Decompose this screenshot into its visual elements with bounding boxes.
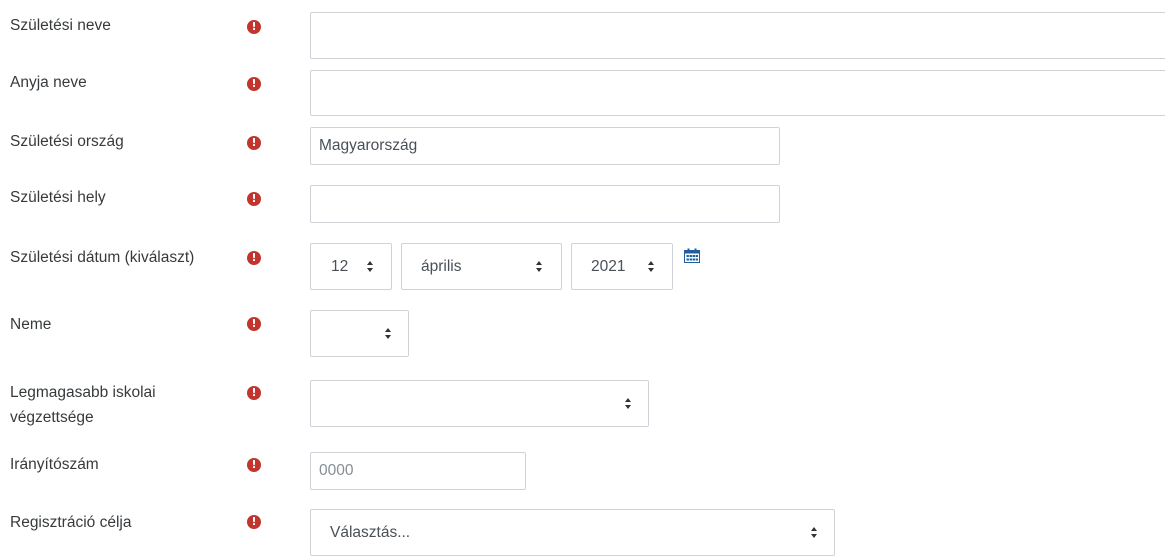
birth-day-value: 12 xyxy=(331,258,349,275)
postcode-required-icon: ! xyxy=(247,458,261,472)
purpose-select[interactable]: Választás... xyxy=(310,509,835,556)
purpose-label: Regisztráció célja xyxy=(10,514,132,531)
education-label-line2: végzettsége xyxy=(10,409,94,426)
purpose-required-icon: ! xyxy=(247,515,261,529)
education-required-icon: ! xyxy=(247,386,261,400)
birth-name-input[interactable] xyxy=(310,12,1165,59)
gender-required-icon: ! xyxy=(247,317,261,331)
mother-name-input[interactable] xyxy=(310,70,1165,116)
birth-country-input[interactable]: Magyarország xyxy=(310,127,780,165)
birth-date-required-icon: ! xyxy=(247,251,261,265)
postcode-input[interactable]: 0000 xyxy=(310,452,526,490)
birth-date-label: Születési dátum (kiválaszt) xyxy=(10,249,195,266)
education-select[interactable] xyxy=(310,380,649,427)
gender-label: Neme xyxy=(10,316,52,333)
birth-day-caret-icon xyxy=(367,260,374,272)
birth-month-value: április xyxy=(421,258,462,275)
postcode-label: Irányítószám xyxy=(10,456,99,473)
birth-year-caret-icon xyxy=(648,260,655,272)
birth-name-label: Születési neve xyxy=(10,17,111,34)
birth-year-value: 2021 xyxy=(591,258,626,275)
purpose-value: Választás... xyxy=(330,524,411,541)
birth-name-required-icon: ! xyxy=(247,20,261,34)
birth-place-label: Születési hely xyxy=(10,189,106,206)
education-label-line1: Legmagasabb iskolai xyxy=(10,384,156,401)
calendar-icon[interactable] xyxy=(684,248,700,263)
birth-place-input[interactable] xyxy=(310,185,780,223)
birth-month-select[interactable]: április xyxy=(401,243,562,290)
birth-year-select[interactable]: 2021 xyxy=(571,243,673,290)
mother-name-label: Anyja neve xyxy=(10,74,87,91)
gender-caret-icon xyxy=(385,327,392,339)
birth-country-required-icon: ! xyxy=(247,136,261,150)
purpose-caret-icon xyxy=(811,526,818,538)
birth-month-caret-icon xyxy=(536,260,543,272)
birth-place-required-icon: ! xyxy=(247,192,261,206)
birth-day-select[interactable]: 12 xyxy=(310,243,392,290)
gender-select[interactable] xyxy=(310,310,409,357)
education-caret-icon xyxy=(625,397,632,409)
mother-name-required-icon: ! xyxy=(247,77,261,91)
birth-country-label: Születési ország xyxy=(10,133,124,150)
